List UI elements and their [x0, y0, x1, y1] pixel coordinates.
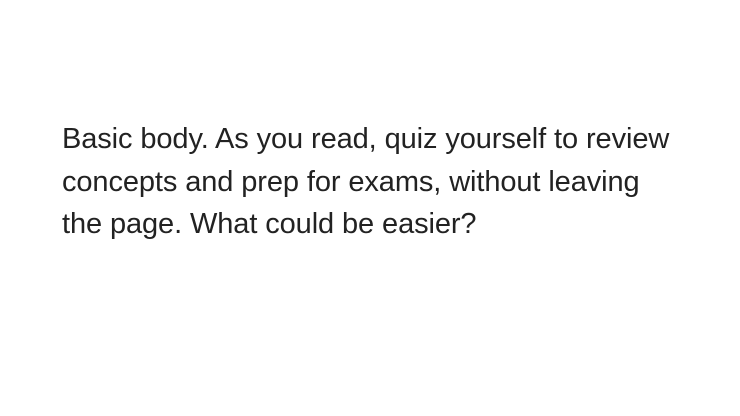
body-paragraph: Basic body. As you read, quiz yourself t… [62, 123, 670, 240]
content-area: Basic body. As you read, quiz yourself t… [62, 118, 672, 246]
